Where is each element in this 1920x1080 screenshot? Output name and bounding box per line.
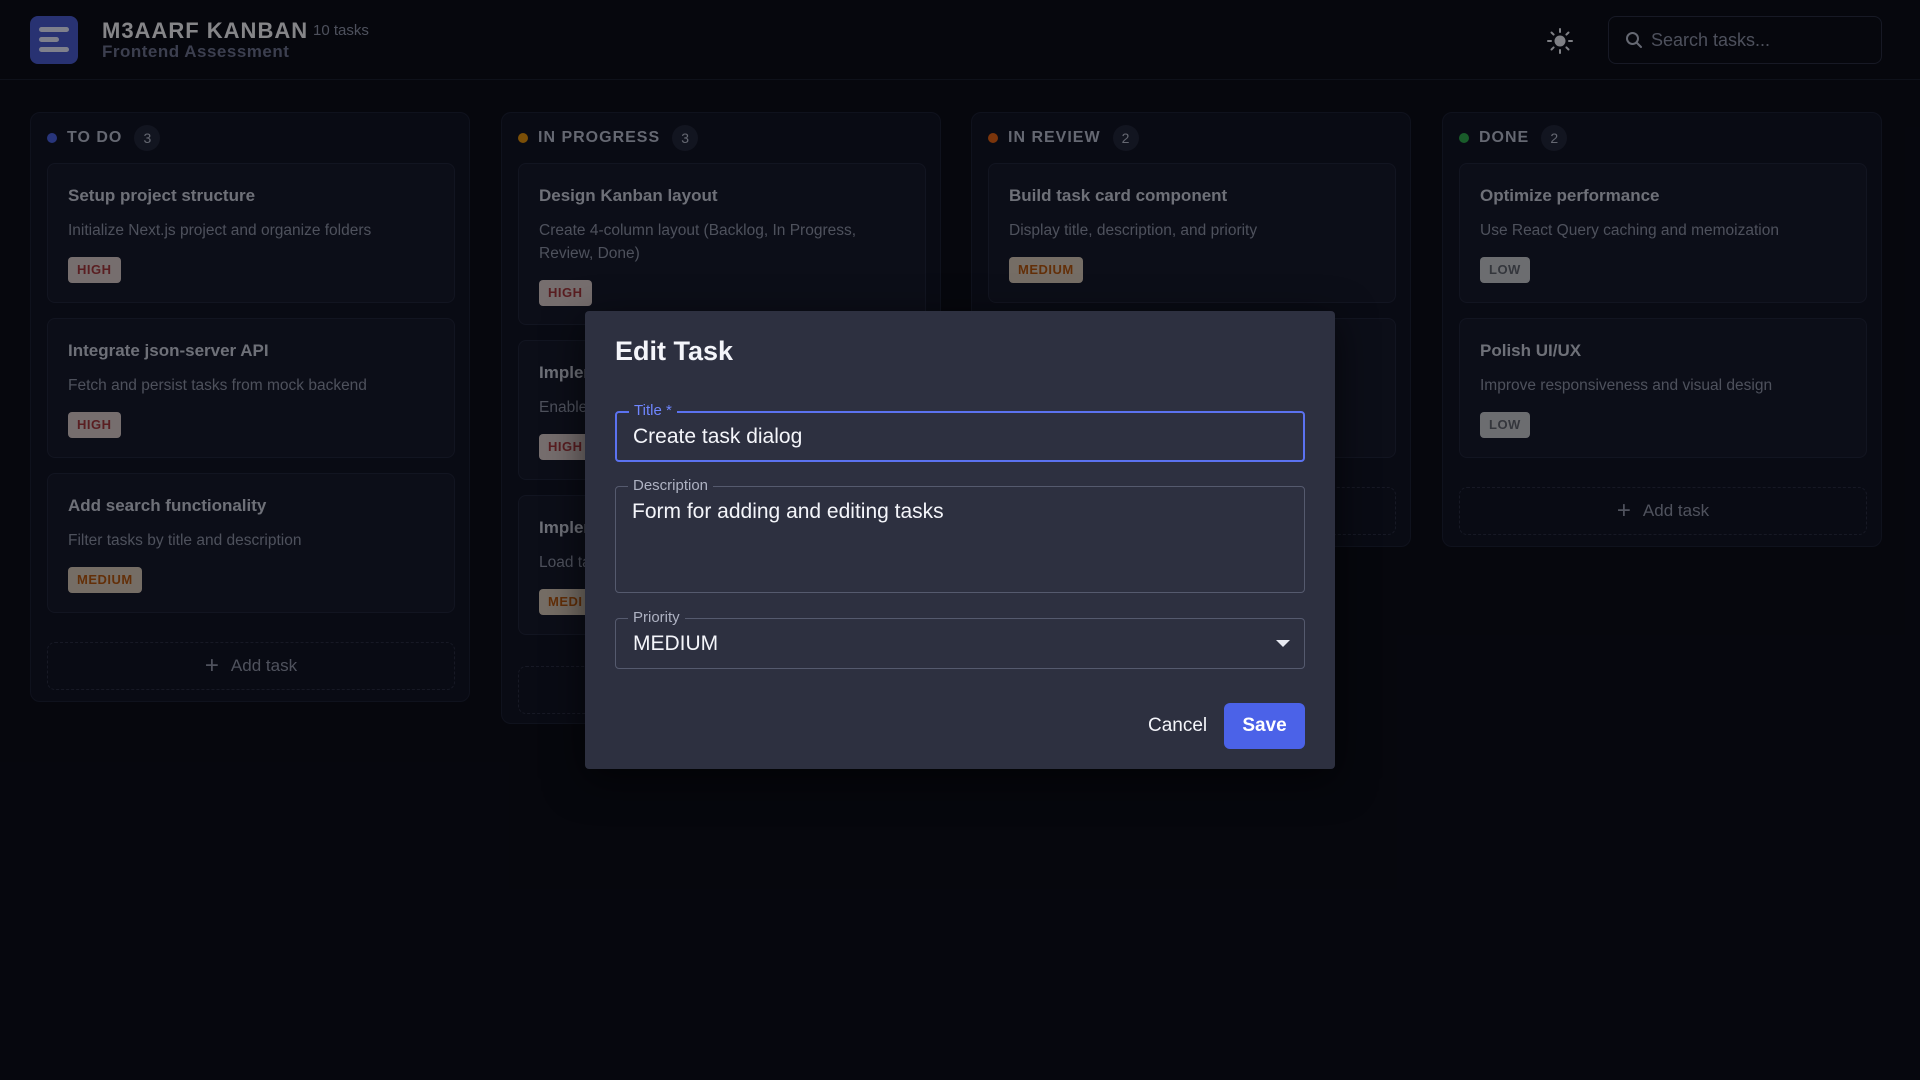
priority-selected-value: MEDIUM <box>633 632 719 655</box>
cancel-button[interactable]: Cancel <box>1136 703 1219 749</box>
chevron-down-icon <box>1276 640 1290 647</box>
save-button[interactable]: Save <box>1224 703 1305 749</box>
priority-select[interactable]: Priority MEDIUM <box>615 609 1305 669</box>
title-field[interactable]: Title * <box>615 402 1305 462</box>
title-input[interactable] <box>633 413 1287 460</box>
description-field[interactable]: Description Form for adding and editing … <box>615 477 1305 593</box>
description-input[interactable]: Form for adding and editing tasks <box>632 499 1288 582</box>
description-field-label: Description <box>628 477 714 495</box>
edit-task-dialog: Edit Task Title * Description Form for a… <box>585 311 1335 769</box>
dialog-title: Edit Task <box>615 336 734 366</box>
priority-field-label: Priority <box>628 609 685 627</box>
